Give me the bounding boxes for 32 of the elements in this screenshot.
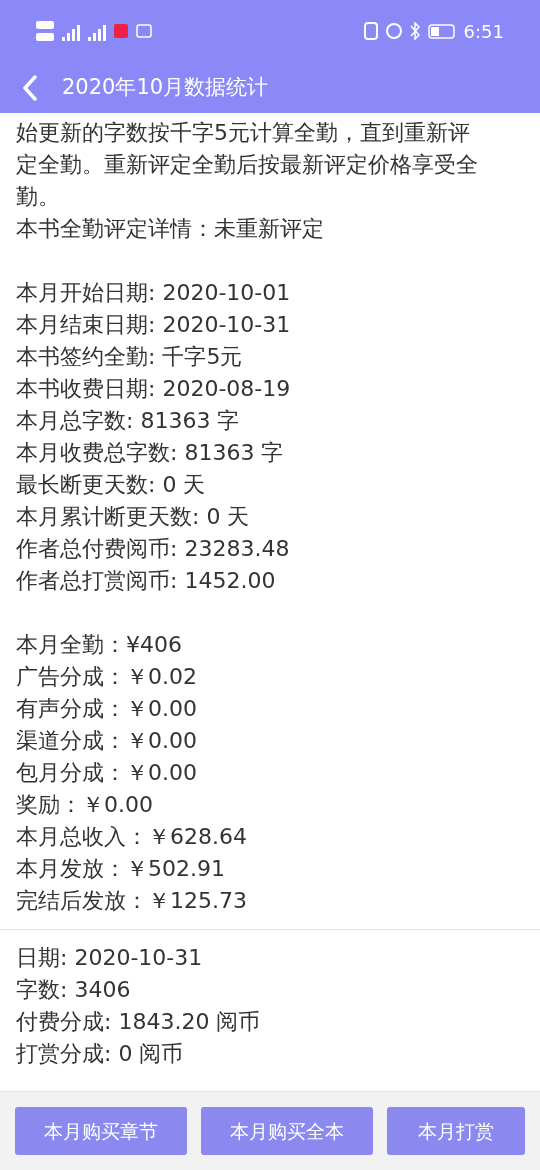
info-line: 付费分成: 1843.20 阅币 xyxy=(16,1008,262,1036)
info-line: 本月累计断更天数: 0 天 xyxy=(16,503,251,531)
info-line: 渠道分成：￥0.00 xyxy=(16,727,198,755)
clock-time: 6:51 xyxy=(463,19,504,44)
bluetooth-icon xyxy=(409,22,420,40)
page-title: 2020年10月数据统计 xyxy=(62,73,269,101)
battery-icon xyxy=(427,23,456,39)
info-line: 广告分成：￥0.02 xyxy=(16,663,198,691)
info-line: 作者总打赏阅币: 1452.00 xyxy=(16,567,277,595)
action-button[interactable]: 本月购买章节 xyxy=(15,1107,187,1155)
info-line: 本月结束日期: 2020-10-31 xyxy=(16,311,292,339)
info-line: 作者总付费阅币: 23283.48 xyxy=(16,535,291,563)
info-line: 最长断更天数: 0 天 xyxy=(16,471,207,499)
info-line: 本月发放：￥502.91 xyxy=(16,855,226,883)
rule-paragraph: 始更新的字数按千字5元计算全勤，直到重新评定全勤。重新评定全勤后按最新评定价格享受全勤。 xyxy=(16,119,479,211)
info-line: 本书签约全勤: 千字5元 xyxy=(16,343,244,371)
info-line: 完结后发放：￥125.73 xyxy=(16,887,248,915)
action-button[interactable]: 本月购买全本 xyxy=(201,1107,373,1155)
action-button[interactable]: 本月打赏 xyxy=(387,1107,525,1155)
info-line: 本月开始日期: 2020-10-01 xyxy=(16,279,292,307)
info-line: 打赏分成: 0 阅币 xyxy=(16,1040,185,1068)
info-line: 本书收费日期: 2020-08-19 xyxy=(16,375,292,403)
info-line: 本月全勤：¥406 xyxy=(16,631,183,659)
info-line: 字数: 3406 xyxy=(16,976,132,1004)
info-line: 有声分成：￥0.00 xyxy=(16,695,198,723)
info-line: 本月总字数: 81363 字 xyxy=(16,407,241,435)
info-line: 本书全勤评定详情：未重新评定 xyxy=(16,215,325,243)
info-line: 日期: 2020-10-31 xyxy=(16,944,204,972)
info-line: 奖励：￥0.00 xyxy=(16,791,154,819)
info-line: 本月收费总字数: 81363 字 xyxy=(16,439,285,467)
info-line: 本月总收入：￥628.64 xyxy=(16,823,248,851)
info-line: 包月分成：￥0.00 xyxy=(16,759,198,787)
